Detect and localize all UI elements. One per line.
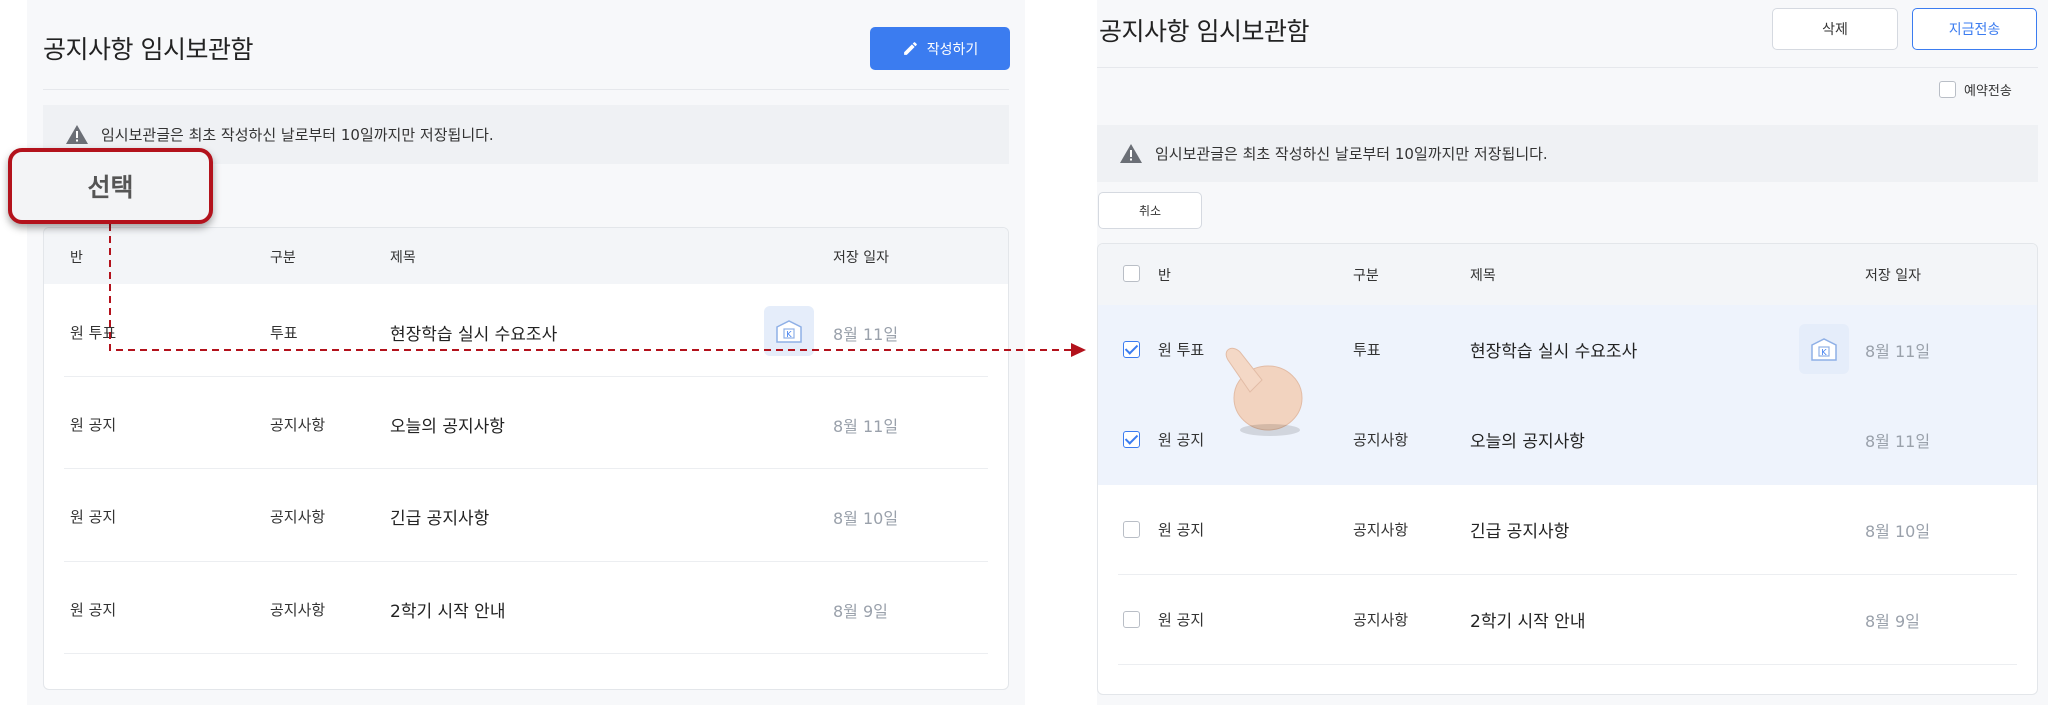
row-title: 현장학습 실시 수요조사 [390,325,558,345]
col-title: 제목 [1470,268,1496,284]
row-checkbox[interactable] [1123,521,1140,538]
svg-text:K: K [1821,348,1827,357]
notice-text: 임시보관글은 최초 작성하신 날로부터 10일까지만 저장됩니다. [101,126,494,144]
write-button-label: 작성하기 [926,41,979,58]
row-date: 8월 10일 [833,509,899,528]
left-panel: 공지사항 임시보관함 작성하기 임시보관글은 최초 작성하신 날로부터 10일까… [27,0,1025,705]
row-type: 공지사항 [1353,611,1409,629]
svg-text:K: K [786,330,792,339]
row-date: 8월 11일 [833,325,899,344]
pencil-icon [903,42,917,55]
row-date: 8월 11일 [833,417,899,436]
row-title: 현장학습 실시 수요조사 [1470,342,1638,362]
row-class: 원 공지 [70,601,117,619]
reserve-label: 예약전송 [1964,84,2012,99]
row-type: 공지사항 [1353,431,1409,449]
row-class: 원 공지 [1158,611,1205,629]
row-class: 원 공지 [1158,431,1205,449]
row-date: 8월 9일 [833,602,888,621]
table-row[interactable]: 원 공지 공지사항 2학기 시작 안내 8월 9일 [1098,575,2037,665]
write-button[interactable]: 작성하기 [870,27,1010,70]
col-type: 구분 [1353,268,1379,284]
delete-button[interactable]: 삭제 [1772,8,1898,50]
table-header: 반 구분 제목 저장 일자 [1098,244,2037,305]
row-title: 2학기 시작 안내 [390,602,506,622]
notice-text: 임시보관글은 최초 작성하신 날로부터 10일까지만 저장됩니다. [1155,145,1548,163]
row-date: 8월 11일 [1865,432,1931,451]
row-class: 원 투표 [70,324,117,342]
row-date: 8월 10일 [1865,522,1931,541]
table-row[interactable]: 원 공지 공지사항 긴급 공지사항 8월 10일 [44,469,1008,562]
row-type: 공지사항 [270,601,326,619]
send-now-button[interactable]: 지금전송 [1912,8,2037,50]
col-type: 구분 [270,250,296,266]
col-date: 저장 일자 [1865,268,1921,284]
draft-table: 반 구분 제목 저장 일자 원 투표 투표 현장학습 실시 수요조사 K 8월 … [1097,243,2038,695]
row-class: 원 공지 [70,416,117,434]
warning-icon [66,125,88,144]
row-checkbox[interactable] [1123,611,1140,628]
table-row[interactable]: 원 투표 투표 현장학습 실시 수요조사 K 8월 11일 [44,284,1008,377]
page-title: 공지사항 임시보관함 [43,35,253,64]
col-class: 반 [1158,268,1171,284]
page-title: 공지사항 임시보관함 [1099,17,1309,46]
vote-box-icon: K [764,306,814,356]
row-date: 8월 11일 [1865,342,1931,361]
table-row[interactable]: 원 투표 투표 현장학습 실시 수요조사 K 8월 11일 [1098,305,2037,395]
row-type: 투표 [270,324,298,342]
select-callout: 선택 [8,148,213,224]
select-all-checkbox[interactable] [1123,265,1140,282]
warning-icon [1120,144,1142,163]
header-divider [43,89,1009,90]
table-header: 반 구분 제목 저장 일자 [44,228,1008,284]
row-title: 긴급 공지사항 [1470,522,1570,542]
row-checkbox[interactable] [1123,341,1140,358]
row-title: 2학기 시작 안내 [1470,612,1586,632]
notice-banner: 임시보관글은 최초 작성하신 날로부터 10일까지만 저장됩니다. [1097,125,2038,182]
table-row[interactable]: 원 공지 공지사항 긴급 공지사항 8월 10일 [1098,485,2037,575]
table-row[interactable]: 원 공지 공지사항 2학기 시작 안내 8월 9일 [44,562,1008,654]
reserve-checkbox[interactable] [1939,81,1956,98]
row-type: 투표 [1353,341,1381,359]
row-class: 원 투표 [1158,341,1205,359]
arrow-head-icon [1071,343,1086,357]
draft-table: 반 구분 제목 저장 일자 원 투표 투표 현장학습 실시 수요조사 K 8월 … [43,227,1009,690]
vote-box-icon: K [1799,324,1849,374]
table-row[interactable]: 원 공지 공지사항 오늘의 공지사항 8월 11일 [44,377,1008,469]
row-class: 원 공지 [70,508,117,526]
row-date: 8월 9일 [1865,612,1920,631]
col-date: 저장 일자 [833,250,889,266]
header-divider [1097,67,2038,68]
row-type: 공지사항 [1353,521,1409,539]
row-title: 오늘의 공지사항 [390,417,505,437]
row-checkbox[interactable] [1123,431,1140,448]
cancel-button[interactable]: 취소 [1098,192,1202,229]
col-title: 제목 [390,250,416,266]
row-title: 긴급 공지사항 [390,509,490,529]
row-title: 오늘의 공지사항 [1470,432,1585,452]
row-type: 공지사항 [270,508,326,526]
table-row[interactable]: 원 공지 공지사항 오늘의 공지사항 8월 11일 [1098,395,2037,485]
row-class: 원 공지 [1158,521,1205,539]
col-class: 반 [70,250,83,266]
row-type: 공지사항 [270,416,326,434]
right-panel: 공지사항 임시보관함 삭제 지금전송 예약전송 임시보관글은 최초 작성하신 날… [1097,0,2048,705]
